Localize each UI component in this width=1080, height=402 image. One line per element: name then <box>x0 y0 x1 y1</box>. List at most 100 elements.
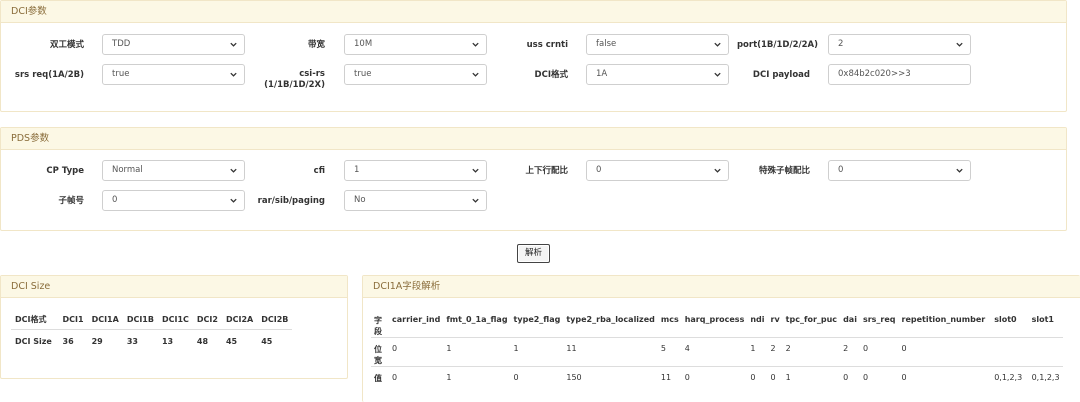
field-header-cell: dai <box>840 309 860 338</box>
field-header-cell: slot0 <box>991 309 1029 338</box>
rar-sib-paging-select[interactable]: No <box>344 190 487 211</box>
field-parse-title: DCI1A字段解析 <box>363 276 1080 298</box>
field-cell <box>991 337 1029 367</box>
dci-size-header-cell: DCI1C <box>157 311 193 330</box>
field-cell: 1 <box>443 337 511 367</box>
field-cell: 1 <box>785 373 791 382</box>
field-header-cell: fmt_0_1a_flag <box>443 309 511 338</box>
dci-size-cell: DCI Size <box>15 336 52 346</box>
parse-button[interactable]: 解析 <box>517 244 550 263</box>
srs-req-select[interactable]: true <box>102 64 245 85</box>
field-cell: 0 <box>389 337 444 367</box>
dci-size-header-cell: DCI2B <box>257 311 293 330</box>
rar-sib-paging-label: rar/sib/paging <box>257 196 325 206</box>
dci-params-title: DCI参数 <box>1 1 1066 23</box>
dci-size-title: DCI Size <box>1 276 347 298</box>
csi-rs-select[interactable]: true <box>344 64 487 85</box>
dci-size-header-cell: DCI1B <box>122 311 158 330</box>
uss-crnti-select[interactable]: false <box>586 34 729 55</box>
field-cell: 0 <box>859 337 899 367</box>
dci-size-cell: 13 <box>161 336 174 346</box>
chevron-down-icon <box>230 168 237 173</box>
srs-req-value: true <box>112 69 130 79</box>
chevron-down-icon <box>230 198 237 203</box>
dci-size-cell: 45 <box>225 336 238 346</box>
dci-size-cell: 36 <box>62 336 74 346</box>
field-cell: 11 <box>563 337 658 367</box>
dci-size-cell: 29 <box>91 336 103 346</box>
field-row-header: 位宽 <box>371 337 389 367</box>
field-cell: 5 <box>657 337 682 367</box>
dci-size-header-cell: DCI2A <box>221 311 258 330</box>
chevron-down-icon <box>230 72 237 77</box>
field-parse-table: 字段 carrier_ind fmt_0_1a_flag type2_flag … <box>371 309 1063 389</box>
dci-size-cell: 48 <box>196 336 209 346</box>
field-cell: 2 <box>840 337 860 367</box>
table-row: 位宽 0 1 1 11 5 4 1 2 2 2 0 0 <box>371 337 1063 367</box>
field-header-cell: ndi <box>747 309 768 338</box>
cfi-label: cfi <box>313 166 325 176</box>
ul-dl-config-value: 0 <box>596 165 602 175</box>
table-header-row: 字段 carrier_ind fmt_0_1a_flag type2_flag … <box>371 309 1063 338</box>
chevron-down-icon <box>714 42 721 47</box>
cp-type-value: Normal <box>112 165 143 175</box>
chevron-down-icon <box>472 198 479 203</box>
field-cell: 150 <box>566 373 582 382</box>
dci-payload-label: DCI payload <box>752 70 810 80</box>
port-select[interactable]: 2 <box>828 34 971 55</box>
duplex-label: 双工模式 <box>49 40 84 50</box>
pds-params-title: PDS参数 <box>1 128 1066 150</box>
srs-req-label: srs req(1A/2B) <box>14 70 84 80</box>
chevron-down-icon <box>230 42 237 47</box>
field-cell: 0 <box>843 373 849 382</box>
port-value: 2 <box>838 39 844 49</box>
field-cell: 0 <box>750 373 756 382</box>
subframe-no-select[interactable]: 0 <box>102 190 245 211</box>
field-cell: 0 <box>392 373 398 382</box>
field-row-header: 值 <box>374 374 382 383</box>
uss-crnti-value: false <box>596 39 617 49</box>
subframe-no-value: 0 <box>112 195 118 205</box>
ul-dl-config-select[interactable]: 0 <box>586 160 729 181</box>
field-cell: 0,1,2,3 <box>1031 373 1060 382</box>
dci-size-table: DCI格式 DCI1 DCI1A DCI1B DCI1C DCI2 DCI2A … <box>11 311 293 353</box>
field-cell: 11 <box>660 373 672 382</box>
field-cell: 4 <box>681 337 748 367</box>
bandwidth-select[interactable]: 10M <box>344 34 487 55</box>
field-cell <box>1028 337 1063 367</box>
chevron-down-icon <box>956 168 963 173</box>
field-header-cell: repetition_number <box>898 309 992 338</box>
chevron-down-icon <box>714 168 721 173</box>
field-header-cell: srs_req <box>859 309 899 338</box>
port-label: port(1B/1D/2/2A) <box>736 40 818 50</box>
field-cell: 0 <box>684 373 690 382</box>
duplex-select[interactable]: TDD <box>102 34 245 55</box>
csi-rs-label-line2: (1/1B/1D/2X) <box>264 80 325 90</box>
dci-size-header-cell: DCI1 <box>58 311 88 330</box>
cp-type-select[interactable]: Normal <box>102 160 245 181</box>
dci-payload-value: 0x84b2c020>>3 <box>838 69 911 79</box>
field-cell: 0 <box>862 373 869 382</box>
field-cell: 0 <box>901 373 907 382</box>
chevron-down-icon <box>472 72 479 77</box>
uss-crnti-label: uss crnti <box>526 40 568 50</box>
csi-rs-label: csi-rs (1/1B/1D/2X) <box>260 69 325 91</box>
field-header-cell: harq_process <box>681 309 748 338</box>
dci-format-label: DCI格式 <box>534 70 568 80</box>
special-subframe-select[interactable]: 0 <box>828 160 971 181</box>
ul-dl-config-label: 上下行配比 <box>525 166 568 176</box>
dci-size-header-cell: DCI1A <box>87 311 123 330</box>
field-header-cell: 字段 <box>371 309 389 338</box>
dci-format-select[interactable]: 1A <box>586 64 729 85</box>
field-cell: 2 <box>782 337 841 367</box>
field-header-cell: tpc_for_puc <box>782 309 841 338</box>
field-header-cell: carrier_ind <box>389 309 444 338</box>
field-header-cell: slot1 <box>1028 309 1063 338</box>
table-row: DCI Size 36 29 33 13 48 45 45 <box>11 329 292 353</box>
csi-rs-value: true <box>354 69 372 79</box>
dci-payload-input[interactable]: 0x84b2c020>>3 <box>828 64 971 85</box>
cfi-select[interactable]: 1 <box>344 160 487 181</box>
subframe-no-label: 子帧号 <box>58 196 84 206</box>
dci-size-header-cell: DCI格式 <box>11 311 59 330</box>
chevron-down-icon <box>956 42 963 47</box>
